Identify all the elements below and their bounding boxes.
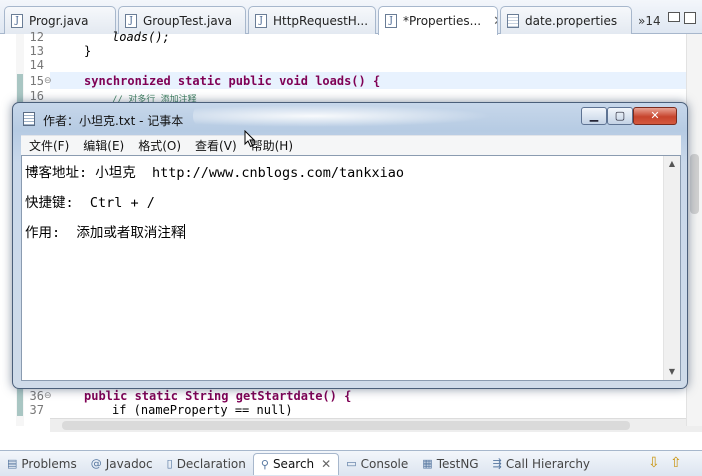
text-line: 快捷键: Ctrl + /: [25, 195, 155, 211]
line-number: 15: [29, 74, 44, 88]
minimize-button[interactable]: ▁: [581, 107, 607, 125]
line-number: 14: [29, 58, 44, 72]
properties-file-icon: [507, 13, 519, 28]
menu-file[interactable]: 文件(F): [21, 137, 75, 154]
java-file-icon: J: [255, 13, 267, 28]
console-icon: ▭: [346, 457, 357, 470]
code-line-method-declaration: synchronized static public void loads() …: [84, 74, 381, 88]
line-number: 12: [29, 30, 44, 44]
tab-search[interactable]: ⚲ Search ✕: [252, 452, 340, 475]
tab-label: date.properties: [525, 13, 618, 28]
maximize-icon[interactable]: [684, 12, 696, 24]
menu-view[interactable]: 查看(V): [187, 137, 243, 154]
tab-call-hierarchy[interactable]: ⇶ Call Hierarchy: [486, 453, 597, 475]
line-number: 13: [29, 44, 44, 58]
tab-label: *Properties...: [403, 14, 482, 28]
code-line: loads();: [112, 30, 170, 44]
arrow-down-icon[interactable]: ⇩: [648, 455, 660, 471]
tab-javadoc[interactable]: @ Javadoc: [84, 453, 160, 475]
code-line: if (nameProperty == null): [112, 403, 293, 417]
editor-tab-bar: J Progr.java J GroupTest.java J HttpRequ…: [0, 0, 702, 35]
text-line: 博客地址: 小坦克 http://www.cnblogs.com/tankxia…: [25, 165, 404, 181]
bottom-view-tab-bar: ▤ Problems @ Javadoc ▯ Declaration ⚲ Sea…: [0, 450, 702, 476]
tab-label: Progr.java: [29, 13, 89, 28]
testng-icon: ▦: [422, 457, 433, 470]
notepad-vertical-scrollbar[interactable]: ▲ ▼: [663, 156, 680, 380]
java-file-icon: J: [11, 13, 23, 28]
notepad-content: 博客地址: 小坦克 http://www.cnblogs.com/tankxia…: [25, 158, 404, 248]
java-file-icon: J: [385, 14, 397, 28]
mouse-pointer-icon: [244, 130, 256, 148]
tab-console[interactable]: ▭ Console: [339, 453, 415, 475]
tab-declaration[interactable]: ▯ Declaration: [160, 453, 253, 475]
window-title: 作者：小坦克.txt - 记事本: [43, 114, 184, 128]
line-number: 16: [29, 89, 44, 103]
tab-testng[interactable]: ▦ TestNG: [415, 453, 485, 475]
tab-date-properties[interactable]: date.properties: [500, 6, 632, 34]
notepad-icon: [23, 112, 35, 126]
line-number: 37: [29, 403, 44, 417]
notepad-title-bar[interactable]: 作者：小坦克.txt - 记事本 ▁ ▢ ✕: [13, 103, 687, 133]
javadoc-icon: @: [90, 457, 102, 470]
tab-problems[interactable]: ▤ Problems: [0, 453, 84, 475]
java-file-icon: J: [125, 13, 137, 28]
editor-vertical-scrollbar[interactable]: [686, 34, 702, 426]
fold-collapse-icon[interactable]: ⊖: [44, 76, 52, 86]
line-number: 36: [29, 389, 44, 403]
fold-collapse-icon[interactable]: ⊖: [44, 391, 52, 401]
notepad-window: 作者：小坦克.txt - 记事本 ▁ ▢ ✕ 文件(F) 编辑(E) 格式(O)…: [12, 102, 688, 389]
scroll-down-icon[interactable]: ▼: [664, 364, 680, 380]
tab-httprequesth[interactable]: J HttpRequestH...: [248, 6, 376, 34]
tab-label: GroupTest.java: [143, 13, 233, 28]
tab-label: HttpRequestH...: [273, 13, 369, 28]
call-hierarchy-icon: ⇶: [492, 457, 502, 470]
tab-overflow-count[interactable]: »14: [638, 14, 661, 28]
close-icon[interactable]: ✕: [321, 457, 331, 471]
notepad-menu-bar: 文件(F) 编辑(E) 格式(O) 查看(V) 帮助(H): [21, 135, 681, 155]
maximize-button[interactable]: ▢: [607, 107, 633, 125]
notepad-text-area[interactable]: 博客地址: 小坦克 http://www.cnblogs.com/tankxia…: [21, 155, 681, 381]
declaration-icon: ▯: [166, 457, 173, 470]
close-icon[interactable]: ✕: [493, 14, 497, 29]
close-button[interactable]: ✕: [633, 107, 677, 125]
tab-properties-active[interactable]: J *Properties... ✕: [378, 6, 498, 35]
minimize-icon[interactable]: [668, 12, 680, 22]
arrow-up-icon[interactable]: ⇧: [670, 455, 682, 471]
scroll-up-icon[interactable]: ▲: [664, 156, 680, 172]
text-caret: [184, 224, 186, 239]
code-line-method-declaration: public static String getStartdate() {: [84, 389, 352, 403]
text-line: 作用: 添加或者取消注释: [25, 225, 185, 241]
editor-horizontal-scrollbar[interactable]: [50, 418, 702, 432]
search-icon: ⚲: [260, 457, 269, 471]
code-line: }: [84, 44, 92, 58]
menu-format[interactable]: 格式(O): [130, 137, 187, 154]
menu-edit[interactable]: 编辑(E): [75, 137, 130, 154]
problems-icon: ▤: [7, 457, 18, 470]
